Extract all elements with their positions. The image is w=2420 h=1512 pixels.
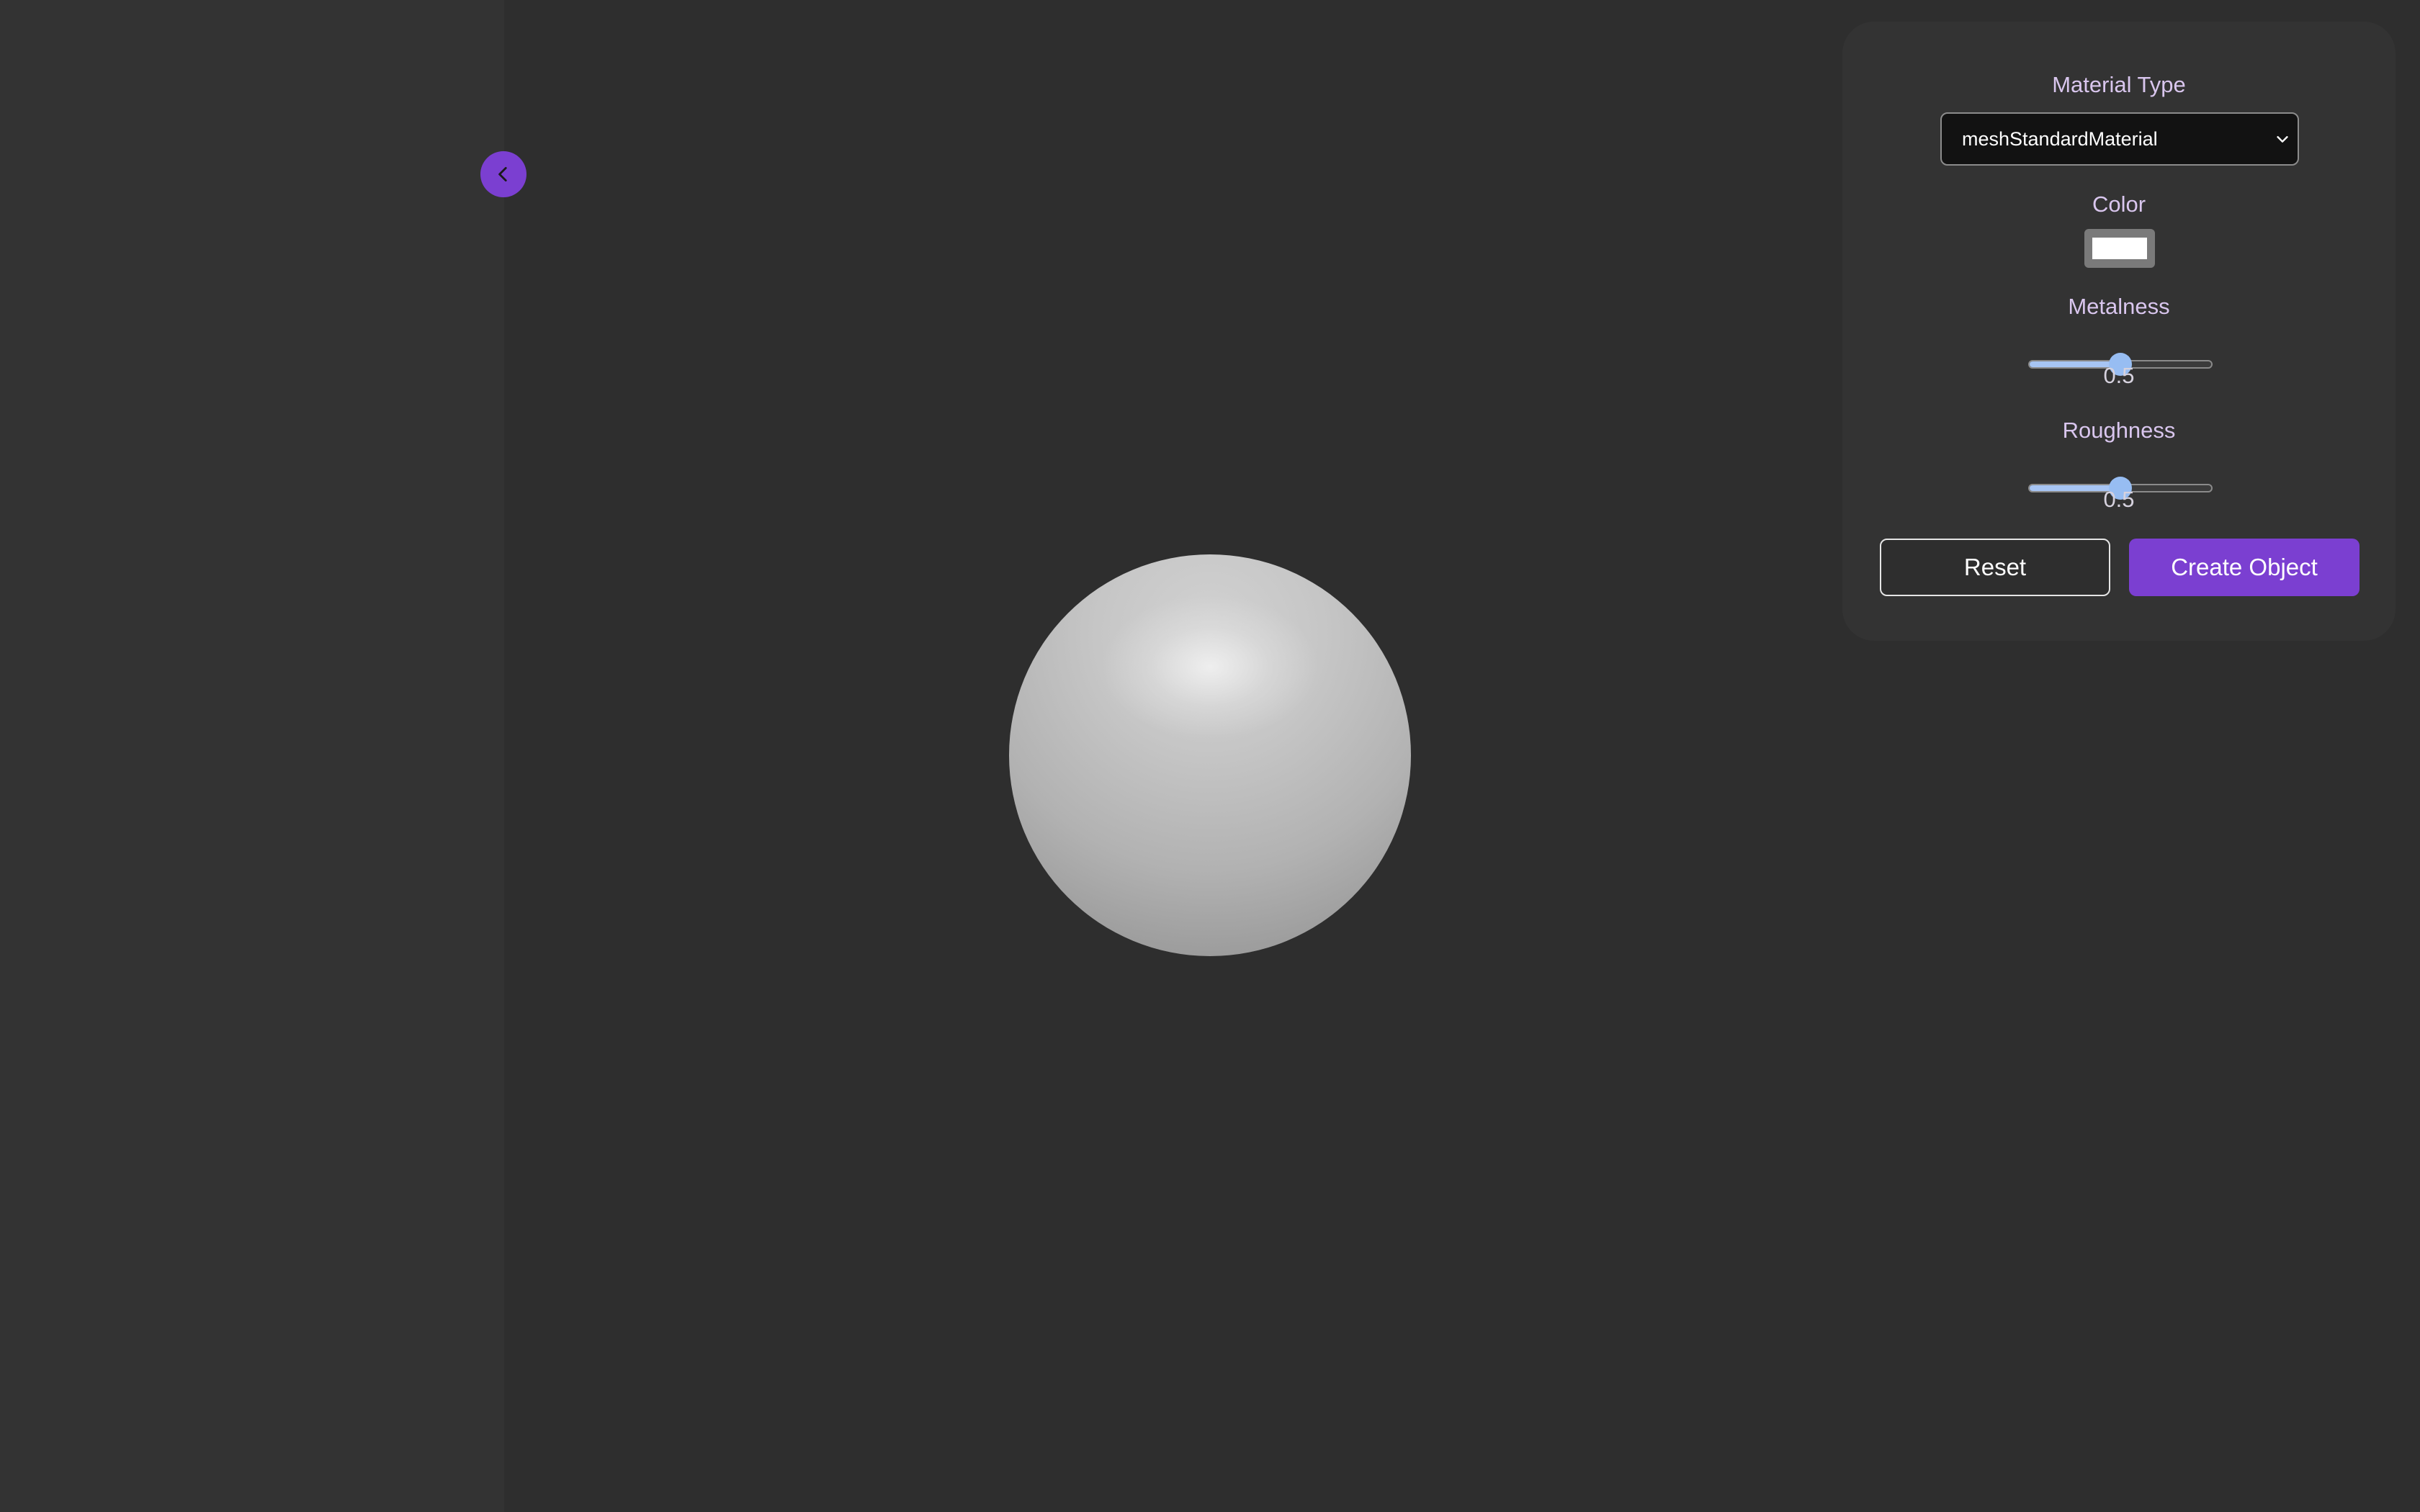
sphere-object[interactable] — [1009, 554, 1411, 956]
color-picker[interactable] — [2084, 229, 2155, 268]
material-type-label: Material Type — [2052, 72, 2186, 97]
roughness-label: Roughness — [2062, 418, 2176, 443]
material-type-value: meshStandardMaterial — [1962, 127, 2158, 150]
color-swatch-fill — [2092, 238, 2147, 259]
color-label: Color — [2092, 192, 2146, 217]
app: Material Type meshStandardMaterial Color… — [0, 0, 2420, 1512]
material-panel: Material Type meshStandardMaterial Color… — [1842, 22, 2396, 641]
reset-button[interactable]: Reset — [1880, 539, 2110, 596]
metalness-value: 0.5 — [2103, 363, 2135, 388]
sidebar — [0, 0, 504, 1512]
chevron-down-icon — [2277, 136, 2288, 143]
material-type-select[interactable]: meshStandardMaterial — [1940, 112, 2299, 166]
create-object-button[interactable]: Create Object — [2129, 539, 2360, 596]
metalness-label: Metalness — [2068, 294, 2170, 319]
roughness-value: 0.5 — [2103, 487, 2135, 512]
